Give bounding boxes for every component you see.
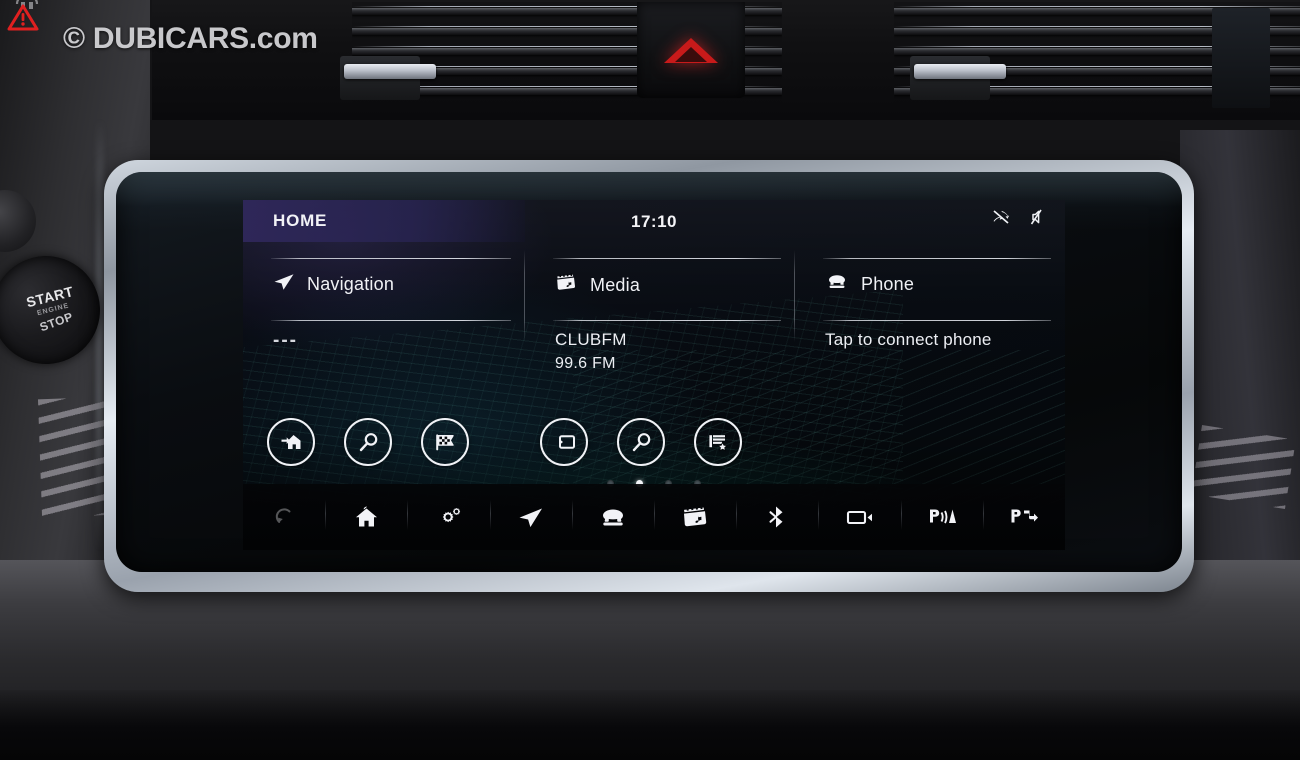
media-station-name: CLUBFM [555,330,627,349]
search-destination-shortcut[interactable] [344,418,392,466]
card-phone-title: Phone [861,274,915,294]
navigation-arrow-icon [273,272,295,297]
card-rule-bottom [823,320,1051,321]
media-frequency: 99.6 FM [555,355,616,372]
card-rule-top [823,258,1051,259]
card-media-header: Media [555,272,640,298]
watermark-text: © DUBICARS.com [63,22,318,55]
card-phone[interactable]: Phone Tap to connect phone [795,242,1065,422]
card-media[interactable]: Media CLUBFM 99.6 FM [525,242,795,422]
navigation-button[interactable] [489,484,572,550]
playlist-star-icon [706,431,731,453]
phone-button[interactable] [571,484,654,550]
shortcut-row [243,418,1065,482]
park-assist-button[interactable] [982,484,1065,550]
media-clapperboard-icon [555,272,578,298]
settings-button[interactable] [407,484,489,550]
dashboard-lower-shadow [0,690,1300,760]
card-navigation[interactable]: Navigation --- [243,242,525,422]
go-home-shortcut[interactable] [267,418,315,466]
home-button[interactable] [325,484,407,550]
park-sensors-button[interactable] [900,484,983,550]
warning-triangle-icon [6,0,40,39]
card-rule-top [271,258,511,259]
home-icon [353,505,380,530]
media-clapperboard-icon [681,504,710,530]
card-rule-top [553,258,781,259]
status-bar: HOME 17:10 [243,200,1065,242]
card-navigation-title: Navigation [307,274,395,294]
card-rule-bottom [553,320,781,321]
card-rule-bottom [271,320,511,321]
park-assist-icon [1008,505,1040,529]
card-navigation-header: Navigation [273,272,394,297]
back-button[interactable] [243,484,325,550]
bluetooth-button[interactable] [736,484,818,550]
sound-muted-icon [1028,208,1045,226]
camera-button[interactable] [818,484,900,550]
card-navigation-body: --- [273,330,298,352]
destinations-shortcut[interactable] [421,418,469,466]
vent-slat-highlight [894,6,1300,7]
phone-connect-prompt: Tap to connect phone [825,330,992,349]
navigation-arrow-icon [517,505,545,529]
phone-handset-icon [825,272,849,297]
dashboard-stitching-right [1191,425,1296,509]
card-media-body: CLUBFM 99.6 FM [555,330,627,373]
screenshot-root: START ENGINE STOP HOME 17:10 Navigation … [0,0,1300,760]
media-button[interactable] [654,484,736,550]
vent-direction-slider-left[interactable] [344,64,436,79]
card-phone-body: Tap to connect phone [825,330,992,350]
hazard-warning-button[interactable] [637,2,745,98]
playlists-shortcut[interactable] [694,418,742,466]
hazard-triangle-icon [664,37,718,63]
dashboard-right-trim [1180,130,1300,610]
back-arrow-icon [272,505,296,529]
magnifier-icon [630,431,653,454]
infotainment-screen[interactable]: HOME 17:10 Navigation --- Media CLUBFM 9… [243,200,1065,550]
home-arrow-icon [279,431,304,453]
gears-icon [435,505,463,529]
media-source-shortcut[interactable] [540,418,588,466]
card-phone-header: Phone [825,272,914,297]
status-icon-group [991,208,1045,226]
media-search-shortcut[interactable] [617,418,665,466]
phone-handset-icon [598,505,628,529]
magnifier-icon [357,431,380,454]
watermark: © DUBICARS.com [26,22,318,56]
camera-icon [845,507,875,527]
air-vent-far-right[interactable] [1212,8,1270,108]
bluetooth-icon [767,504,787,530]
home-cards: Navigation --- Media CLUBFM 99.6 FM Phon… [243,242,1065,422]
source-input-icon [552,432,577,452]
navigation-placeholder: --- [273,330,298,351]
bottom-nav-bar [243,484,1065,550]
clock: 17:10 [631,212,677,231]
card-media-title: Media [590,274,641,295]
phone-disconnected-icon [991,208,1011,226]
checkered-flag-icon [433,431,458,454]
park-sensors-icon [926,505,958,529]
vent-direction-slider-right[interactable] [914,64,1006,79]
